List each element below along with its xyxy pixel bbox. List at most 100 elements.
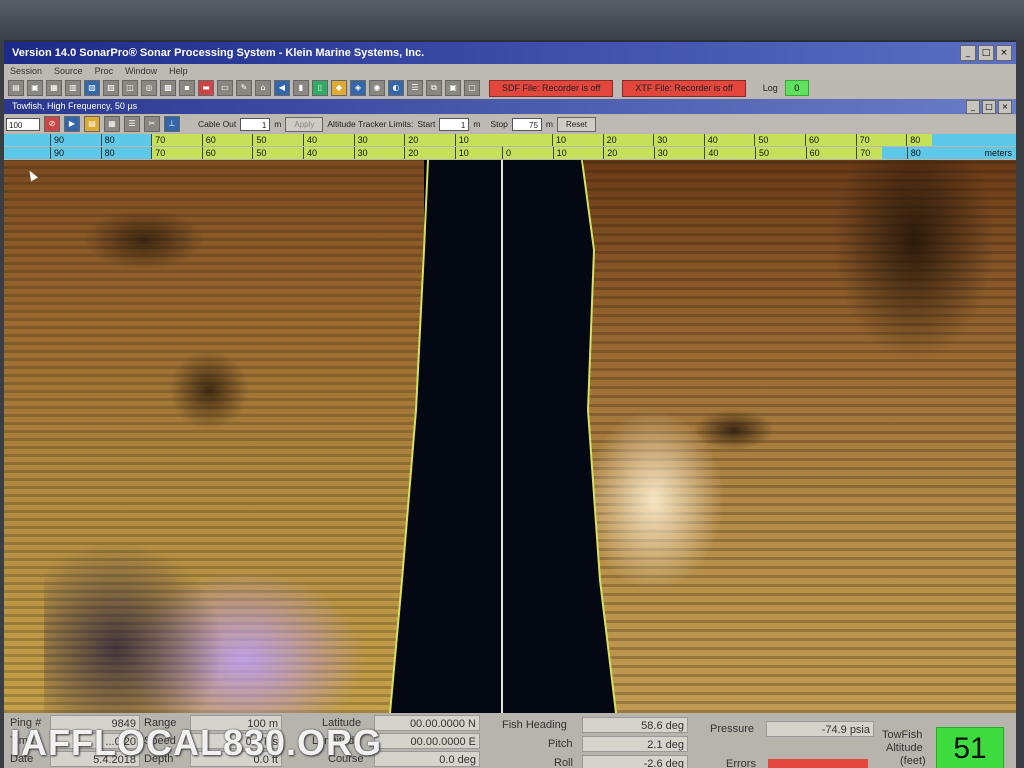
sonar-waterfall-display[interactable]: [4, 160, 1016, 713]
ruler-tick-label: 30: [353, 147, 368, 159]
feet-label: (feet): [900, 755, 926, 767]
target-icon[interactable]: ◎: [141, 80, 157, 96]
menu-window[interactable]: Window: [125, 66, 157, 76]
pane-maximize-button[interactable]: □: [982, 100, 996, 114]
open-icon[interactable]: ▤: [8, 80, 24, 96]
errors-indicator: [768, 759, 868, 768]
pane-titlebar: Towfish, High Frequency, 50 µs: [4, 99, 1016, 114]
longitude-value: 00.00.0000 E: [374, 733, 480, 749]
altitude-tracker-label: Altitude Tracker Limits:: [327, 119, 414, 129]
disk-icon[interactable]: ▣: [445, 80, 461, 96]
log-label: Log: [762, 83, 778, 93]
tool-icon[interactable]: ⌂: [255, 80, 271, 96]
tool-icon[interactable]: ✎: [236, 80, 252, 96]
roll-value: -2.6 deg: [582, 755, 688, 768]
towfish-icon[interactable]: ⊥: [164, 116, 180, 132]
tool-icon[interactable]: ◆: [331, 80, 347, 96]
ruler-tick-label: 50: [252, 134, 266, 146]
close-button[interactable]: ×: [996, 45, 1012, 61]
pane-minimize-button[interactable]: _: [966, 100, 980, 114]
ruler-tick-label: 70: [151, 134, 165, 146]
minimize-button[interactable]: _: [960, 45, 976, 61]
sdf-recorder-status[interactable]: SDF File: Recorder is off: [489, 79, 614, 97]
ruler-tick-label: 10: [552, 147, 567, 159]
altitude-label: Altitude: [886, 742, 923, 754]
latitude-value: 00.00.0000 N: [374, 715, 480, 731]
ruler-tick-label: 0: [502, 147, 511, 159]
tool-icon[interactable]: ▪: [179, 80, 195, 96]
tool-icon[interactable]: ▥: [65, 80, 81, 96]
palette-icon[interactable]: ▤: [84, 116, 100, 132]
ruler-tick-label: 40: [303, 134, 317, 146]
ruler-tick-label: 10: [552, 134, 566, 146]
pane-close-button[interactable]: ×: [998, 100, 1012, 114]
maximize-button[interactable]: □: [978, 45, 994, 61]
tool-icon[interactable]: ▮: [293, 80, 309, 96]
tool-icon[interactable]: ▨: [103, 80, 119, 96]
ruler-tick-label: 30: [353, 134, 368, 146]
stop-label: Stop: [490, 119, 508, 129]
ruler-tick-label: 30: [653, 147, 668, 159]
tool-icon[interactable]: ◉: [369, 80, 385, 96]
main-toolbar: ▤ ▣ ▦ ▥ ▧ ▨ ◫ ◎ ▩ ▪ ▬ ▭ ✎ ⌂ ◀ ▮ ▯ ◆ ◈ ◉ …: [4, 78, 1016, 98]
tool-icon[interactable]: ▯: [312, 80, 328, 96]
ruler-tick-label: 40: [703, 134, 718, 146]
window-controls: _ □ ×: [960, 45, 1012, 61]
menu-proc[interactable]: Proc: [95, 66, 114, 76]
menu-source[interactable]: Source: [54, 66, 83, 76]
ruler-tick-label: 40: [704, 147, 718, 159]
ruler-tick-label: 40: [303, 147, 317, 159]
stop-icon[interactable]: ⊘: [44, 116, 60, 132]
ruler-tick-label: 30: [653, 134, 667, 146]
start-input[interactable]: 1: [439, 117, 470, 131]
cable-out-input[interactable]: 1: [240, 117, 271, 131]
tool-icon[interactable]: ☰: [407, 80, 423, 96]
tool-icon[interactable]: ◀: [274, 80, 290, 96]
tool-icon[interactable]: ◈: [350, 80, 366, 96]
save-icon[interactable]: ▣: [27, 80, 43, 96]
xtf-recorder-status[interactable]: XTF File: Recorder is off: [622, 79, 746, 97]
apply-button[interactable]: Apply: [285, 116, 324, 132]
ruler-tick-label: 20: [602, 134, 617, 146]
play-icon[interactable]: ▶: [64, 116, 80, 132]
ruler-tick-label: 60: [805, 134, 819, 146]
tool-icon[interactable]: ◫: [122, 80, 138, 96]
tool-icon[interactable]: ▩: [160, 80, 176, 96]
grid-icon[interactable]: ▦: [104, 116, 120, 132]
ruler-tick-label: 50: [754, 134, 768, 146]
cable-out-label: Cable Out: [198, 119, 237, 129]
start-label: Start: [417, 119, 436, 129]
tool-icon[interactable]: ▦: [46, 80, 62, 96]
monitor-bezel-top: [0, 0, 1024, 40]
tool-icon[interactable]: ◐: [388, 80, 404, 96]
stop-unit: m: [545, 119, 554, 129]
stop-input[interactable]: 75: [511, 117, 542, 131]
pitch-label: Pitch: [548, 738, 573, 750]
tool-icon[interactable]: ▬: [198, 80, 214, 96]
ruler-tick-label: 80: [100, 147, 115, 159]
range-select[interactable]: 100: [6, 117, 40, 131]
ruler-tick-label: 80: [906, 134, 920, 146]
ruler-tick-label: 20: [404, 147, 418, 159]
towfish-label: TowFish: [882, 729, 923, 741]
list-icon[interactable]: ☰: [124, 116, 140, 132]
pressure-value: -74.9 psia: [766, 721, 874, 737]
ruler-tick-label: 60: [805, 147, 820, 159]
ruler-tick-label: 70: [856, 147, 870, 159]
roll-label: Roll: [554, 757, 573, 768]
course-value: 0.0 deg: [374, 751, 480, 767]
menu-help[interactable]: Help: [169, 66, 188, 76]
document-icon[interactable]: ▢: [464, 80, 480, 96]
ruler-segment: [931, 134, 1016, 146]
cable-out-unit: m: [274, 119, 282, 129]
fish-heading-label: Fish Heading: [502, 719, 567, 731]
range-ruler-top[interactable]: 90 80 70 60 50 40 30 20 10 10 20 30 40 50 60 70 80: [4, 134, 1016, 146]
tool-icon[interactable]: ⧉: [426, 80, 442, 96]
reset-button[interactable]: Reset: [557, 116, 596, 132]
menu-session[interactable]: Session: [10, 66, 42, 76]
tool-icon[interactable]: ▭: [217, 80, 233, 96]
pitch-value: 2.1 deg: [582, 736, 688, 752]
tool-icon[interactable]: ✂: [144, 116, 160, 132]
ruler-tick-label: 50: [755, 147, 769, 159]
tool-icon[interactable]: ▧: [84, 80, 100, 96]
